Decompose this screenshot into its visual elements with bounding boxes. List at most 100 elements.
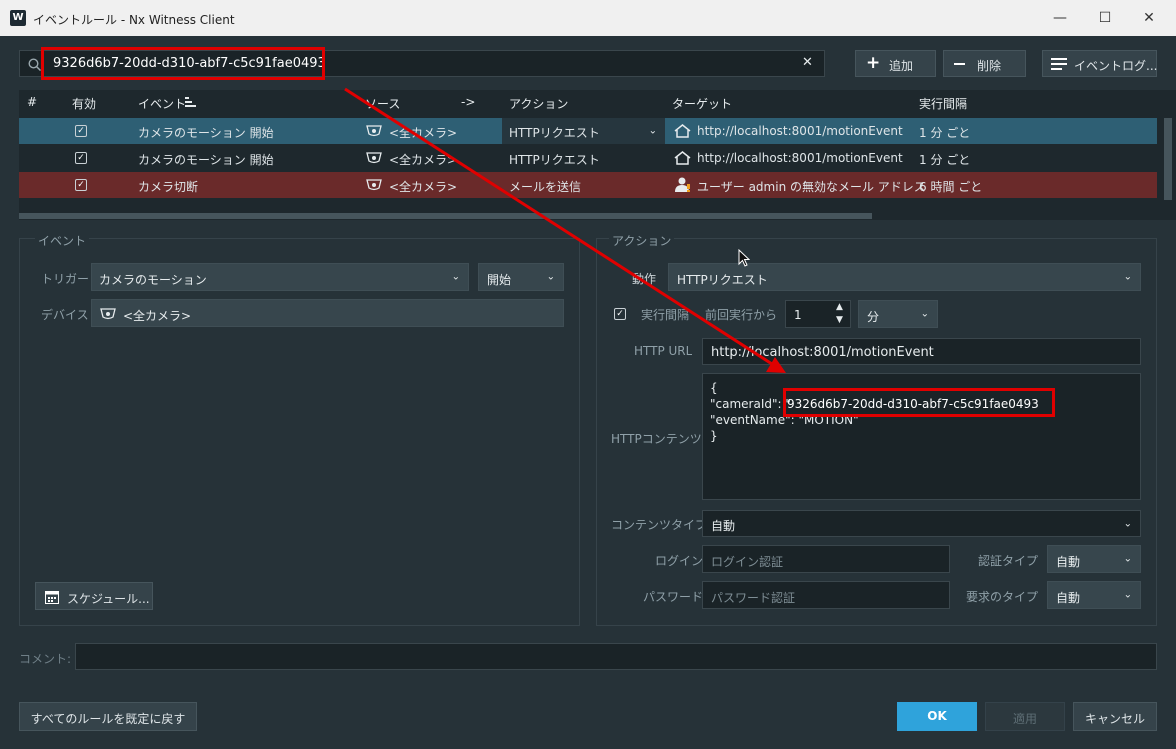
trigger-state-dropdown[interactable]: 開始 ⌄	[478, 263, 564, 291]
auth-type-dropdown[interactable]: 自動 ⌄	[1047, 545, 1141, 573]
chevron-down-icon: ⌄	[1123, 271, 1132, 283]
trigger-label: トリガー	[41, 272, 90, 286]
row-interval: 1 分 ごと	[919, 153, 971, 167]
row-source: <全カメラ>	[389, 153, 458, 167]
row-event: カメラ切断	[138, 180, 199, 194]
column-header-event[interactable]: イベント	[138, 95, 186, 112]
password-label: パスワード	[643, 590, 704, 604]
interval-stepper[interactable]: 1 ▲ ▼	[785, 300, 851, 328]
device-selector[interactable]: <全カメラ>	[91, 299, 564, 327]
device-value: <全カメラ>	[123, 309, 192, 323]
close-window-button[interactable]: ✕	[1126, 6, 1172, 30]
chevron-down-icon: ⌄	[1123, 589, 1132, 601]
password-field[interactable]: パスワード認証	[702, 581, 950, 609]
http-url-value: http://localhost:8001/motionEvent	[711, 345, 934, 360]
row-source: <全カメラ>	[389, 126, 458, 140]
trigger-dropdown[interactable]: カメラのモーション ⌄	[91, 263, 469, 291]
window-title: イベントルール - Nx Witness Client	[33, 13, 235, 27]
event-log-label: イベントログ...	[1074, 59, 1158, 73]
password-placeholder: パスワード認証	[711, 591, 796, 605]
http-url-field[interactable]: http://localhost:8001/motionEvent	[702, 338, 1141, 365]
chevron-up-icon[interactable]: ▲	[836, 302, 843, 312]
enabled-checkbox[interactable]: ✓	[75, 179, 87, 191]
camera-icon	[366, 152, 382, 164]
calendar-icon	[45, 591, 59, 604]
auth-type-value: 自動	[1056, 555, 1081, 569]
row-interval: 6 時間 ごと	[919, 180, 983, 194]
row-interval: 1 分 ごと	[919, 126, 971, 140]
action-dropdown[interactable]: HTTPリクエスト ⌄	[502, 118, 665, 144]
column-header-source[interactable]: ソース	[365, 95, 400, 112]
request-type-dropdown[interactable]: 自動 ⌄	[1047, 581, 1141, 609]
sort-icon	[185, 97, 196, 107]
ok-label: OK	[927, 709, 947, 723]
content-type-dropdown[interactable]: 自動 ⌄	[702, 510, 1141, 537]
annotation-highlight-box	[783, 388, 1055, 417]
enabled-checkbox[interactable]: ✓	[75, 125, 87, 137]
table-row[interactable]: ✓ カメラのモーション 開始 <全カメラ> HTTPリクエスト ⌄ http:/…	[19, 118, 1157, 144]
table-row[interactable]: ✓ カメラのモーション 開始 <全カメラ> HTTPリクエスト http://l…	[19, 145, 1157, 171]
request-type-value: 自動	[1056, 591, 1081, 605]
comment-field[interactable]	[75, 643, 1157, 670]
chevron-down-icon: ⌄	[546, 271, 555, 283]
cancel-label: キャンセル	[1084, 712, 1145, 726]
add-label: 追加	[889, 59, 914, 73]
apply-label: 適用	[1012, 712, 1037, 726]
cancel-button[interactable]: キャンセル	[1073, 702, 1157, 731]
action-type-dropdown[interactable]: HTTPリクエスト ⌄	[668, 263, 1141, 291]
vertical-scrollbar[interactable]	[1164, 118, 1172, 200]
column-header-number[interactable]: #	[27, 95, 37, 109]
delete-rule-button[interactable]: 削除	[943, 50, 1026, 77]
interval-unit-value: 分	[867, 310, 880, 324]
camera-icon	[366, 179, 382, 191]
interval-checkbox[interactable]: ✓	[614, 308, 626, 320]
chevron-down-icon: ⌄	[1123, 518, 1132, 529]
request-type-label: 要求のタイプ	[966, 590, 1039, 604]
login-label: ログイン	[655, 554, 704, 568]
content-type-value: 自動	[711, 519, 736, 533]
chevron-down-icon[interactable]: ▼	[836, 315, 843, 325]
chevron-down-icon: ⌄	[920, 308, 929, 320]
maximize-button[interactable]: ☐	[1082, 6, 1128, 30]
row-target: ユーザー admin の無効なメール アドレス	[697, 180, 926, 194]
column-header-target[interactable]: ターゲット	[672, 95, 732, 112]
row-action: HTTPリクエスト	[509, 153, 600, 167]
table-row[interactable]: ✓ カメラ切断 <全カメラ> メールを送信 ユーザー admin の無効なメール…	[19, 172, 1157, 198]
interval-label: 実行間隔	[641, 308, 690, 322]
event-panel-title: イベント	[35, 232, 90, 249]
row-target: http://localhost:8001/motionEvent	[697, 151, 903, 165]
title-bar: W イベントルール - Nx Witness Client — ☐ ✕	[0, 0, 1176, 36]
content-type-label: コンテンツタイプ	[611, 518, 708, 532]
action-type-label: 動作	[632, 272, 657, 286]
apply-button[interactable]: 適用	[985, 702, 1065, 731]
delete-label: 削除	[977, 59, 1002, 73]
clear-search-icon[interactable]: ✕	[802, 55, 813, 70]
column-header-action[interactable]: アクション	[509, 95, 568, 112]
enabled-checkbox[interactable]: ✓	[75, 152, 87, 164]
add-rule-button[interactable]: + 追加	[855, 50, 936, 77]
horizontal-scrollbar[interactable]	[19, 213, 872, 219]
row-action: HTTPリクエスト	[509, 126, 600, 140]
user-warning-icon	[675, 177, 690, 192]
column-header-enabled[interactable]: 有効	[72, 95, 96, 112]
interval-value: 1	[794, 308, 802, 322]
login-field[interactable]: ログイン認証	[702, 545, 950, 573]
content-line: "cameraId": "	[710, 397, 791, 411]
camera-icon	[100, 308, 116, 320]
plus-icon: +	[866, 53, 881, 73]
reset-rules-button[interactable]: すべてのルールを既定に戻す	[19, 702, 197, 731]
row-source: <全カメラ>	[389, 180, 458, 194]
reset-rules-label: すべてのルールを既定に戻す	[30, 712, 186, 726]
comment-label: コメント:	[19, 652, 72, 666]
camera-icon	[366, 125, 382, 137]
column-header-interval[interactable]: 実行間隔	[919, 95, 967, 112]
interval-unit-dropdown[interactable]: 分 ⌄	[858, 300, 938, 328]
app-logo-icon: W	[10, 10, 26, 26]
schedule-label: スケジュール...	[67, 592, 150, 606]
http-url-label: HTTP URL	[634, 344, 693, 358]
content-line: }	[710, 429, 718, 443]
ok-button[interactable]: OK	[897, 702, 977, 731]
schedule-button[interactable]: スケジュール...	[35, 582, 153, 610]
event-log-button[interactable]: イベントログ...	[1042, 50, 1157, 77]
minimize-button[interactable]: —	[1037, 6, 1083, 30]
